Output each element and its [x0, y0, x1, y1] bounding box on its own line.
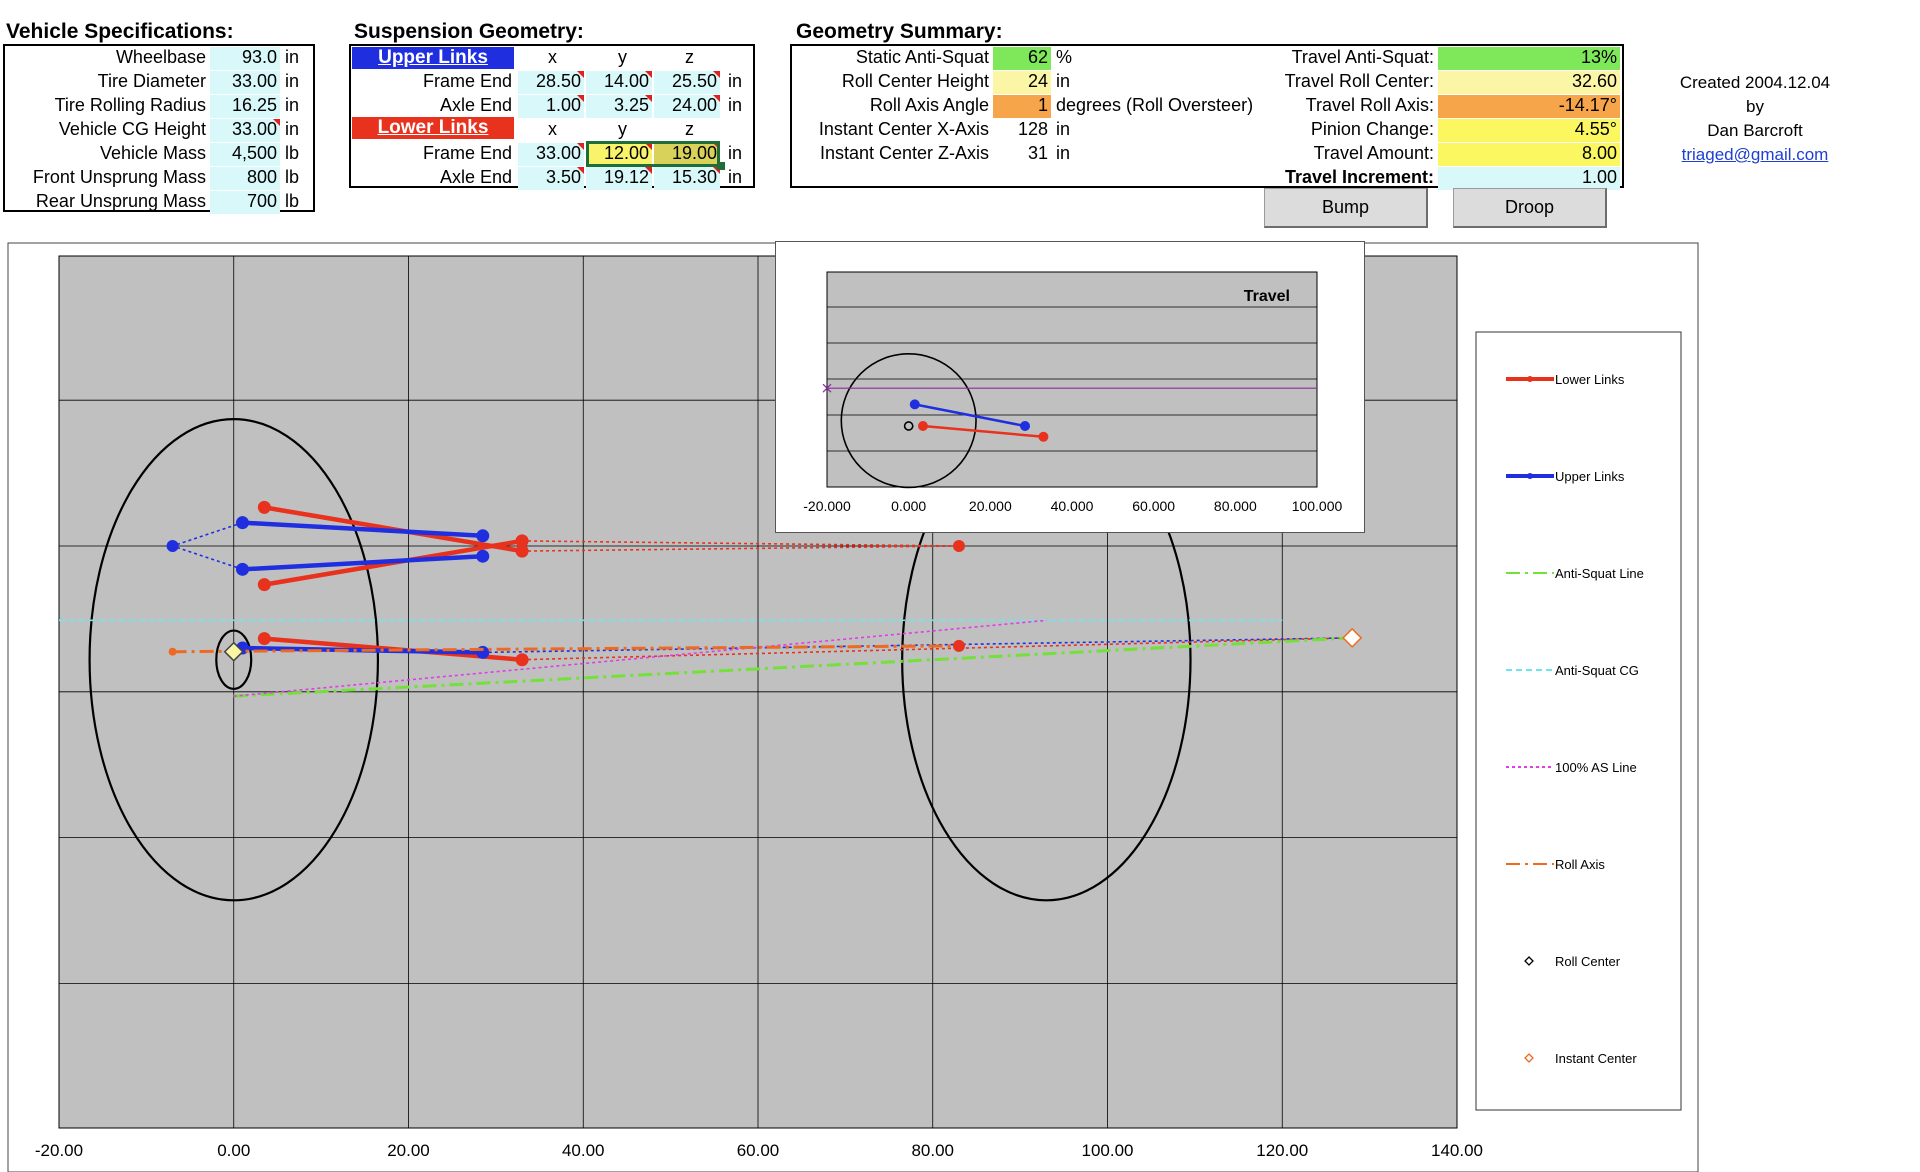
x-tick-label: 80.00: [911, 1141, 954, 1160]
upper-links-point: [476, 645, 490, 659]
travel-chart: Travel -20.000 0.000 20.000 40.000 60.000 80.0…: [803, 271, 1343, 514]
legend-instant-center-label: Instant Center: [1555, 1051, 1637, 1066]
travel-x-tick-label: -20.000: [803, 498, 851, 514]
main-geometry-chart: -20.00 0.00 20.00 40.00 60.00 80.00 100.00 120.…: [7, 242, 1699, 1172]
travel-x-tick-label: 100.000: [1292, 498, 1343, 514]
travel-lower-point: [917, 421, 928, 431]
legend-box: [1475, 331, 1682, 1111]
upper-links-point: [476, 529, 490, 543]
legend-upper-links-dot: [1527, 473, 1533, 479]
legend-upper-links-label: Upper Links: [1555, 469, 1625, 484]
upper-links-point: [476, 549, 490, 563]
lower-links-point: [515, 653, 529, 667]
travel-x-tick-label: 20.000: [969, 498, 1012, 514]
link-point: [952, 639, 965, 652]
x-tick-label: 0.00: [217, 1141, 250, 1160]
lower-links-point: [257, 632, 271, 646]
x-tick-label: 120.00: [1256, 1141, 1308, 1160]
legend-lower-links-dot: [1527, 376, 1533, 382]
upper-links-point: [235, 516, 249, 530]
travel-x-tick-label: 0.000: [891, 498, 926, 514]
legend-anti-squat-cg-label: Anti-Squat CG: [1555, 663, 1639, 678]
link-point: [166, 540, 179, 552]
x-tick-label: -20.00: [35, 1141, 83, 1160]
x-tick-label: 140.00: [1431, 1141, 1483, 1160]
travel-upper-point: [909, 399, 920, 410]
legend-anti-squat-line-label: Anti-Squat Line: [1555, 566, 1644, 581]
lower-links-point: [257, 578, 271, 592]
legend-roll-axis-label: Roll Axis: [1555, 857, 1605, 872]
x-tick-label: 100.00: [1082, 1141, 1134, 1160]
travel-x-tick-label: 40.000: [1051, 498, 1094, 514]
travel-x-tick-label: 80.000: [1214, 498, 1257, 514]
travel-upper-point: [1020, 421, 1031, 431]
upper-links-point: [235, 562, 249, 576]
x-tick-label: 60.00: [737, 1141, 780, 1160]
legend-lower-links-label: Lower Links: [1555, 372, 1625, 387]
link-point: [952, 540, 965, 552]
lower-links-point: [515, 534, 529, 548]
legend-100-as-line-label: 100% AS Line: [1555, 760, 1637, 775]
x-tick-label: 20.00: [387, 1141, 430, 1160]
lower-links-point: [257, 500, 271, 514]
travel-lower-point: [1038, 431, 1049, 442]
travel-chart-title: Travel: [1244, 288, 1290, 305]
legend-roll-center-label: Roll Center: [1555, 954, 1621, 969]
travel-x-tick-label: 60.000: [1132, 498, 1175, 514]
roll-axis-point: [168, 647, 177, 656]
x-tick-label: 40.00: [562, 1141, 605, 1160]
